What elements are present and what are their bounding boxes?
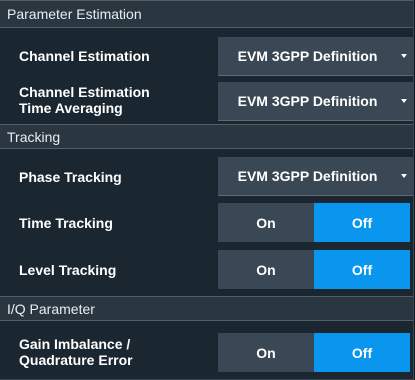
dropdown-value: EVM 3GPP Definition: [237, 93, 378, 109]
phase-tracking-dropdown[interactable]: EVM 3GPP Definition: [218, 157, 413, 196]
time-tracking-off-option[interactable]: Off: [314, 203, 410, 242]
section-header-iq-parameter: I/Q Parameter: [0, 296, 413, 321]
level-tracking-on-option[interactable]: On: [218, 250, 314, 289]
gain-imbalance-toggle[interactable]: On Off: [218, 333, 413, 372]
gain-imbalance-on-option[interactable]: On: [218, 333, 314, 372]
settings-panel: Parameter Estimation Channel Estimation …: [0, 0, 414, 380]
section-title: Parameter Estimation: [7, 6, 142, 22]
caret-down-icon: [401, 99, 407, 103]
label-line: Channel Estimation: [19, 84, 150, 100]
time-tracking-label: Time Tracking: [19, 215, 113, 231]
gain-imbalance-label: Gain Imbalance / Quadrature Error: [19, 336, 133, 368]
section-title: Tracking: [7, 128, 61, 145]
dropdown-value: EVM 3GPP Definition: [237, 48, 378, 64]
channel-estimation-label: Channel Estimation: [19, 48, 150, 64]
label-line: Gain Imbalance /: [19, 336, 131, 352]
section-header-parameter-estimation: Parameter Estimation: [0, 0, 413, 28]
phase-tracking-label: Phase Tracking: [19, 169, 122, 185]
channel-estimation-time-averaging-label: Channel Estimation Time Averaging: [19, 84, 150, 116]
level-tracking-off-option[interactable]: Off: [314, 250, 410, 289]
label-line: Time Averaging: [19, 100, 123, 116]
label-line: Quadrature Error: [19, 352, 133, 368]
dropdown-value: EVM 3GPP Definition: [237, 168, 378, 184]
time-tracking-on-option[interactable]: On: [218, 203, 314, 242]
level-tracking-toggle[interactable]: On Off: [218, 250, 413, 289]
section-header-tracking: Tracking: [0, 124, 413, 149]
channel-estimation-dropdown[interactable]: EVM 3GPP Definition: [218, 37, 413, 76]
section-title: I/Q Parameter: [7, 300, 95, 317]
gain-imbalance-off-option[interactable]: Off: [314, 333, 410, 372]
channel-estimation-time-averaging-dropdown[interactable]: EVM 3GPP Definition: [218, 82, 413, 121]
level-tracking-label: Level Tracking: [19, 262, 117, 278]
caret-down-icon: [401, 54, 407, 58]
caret-down-icon: [401, 174, 407, 178]
time-tracking-toggle[interactable]: On Off: [218, 203, 413, 242]
